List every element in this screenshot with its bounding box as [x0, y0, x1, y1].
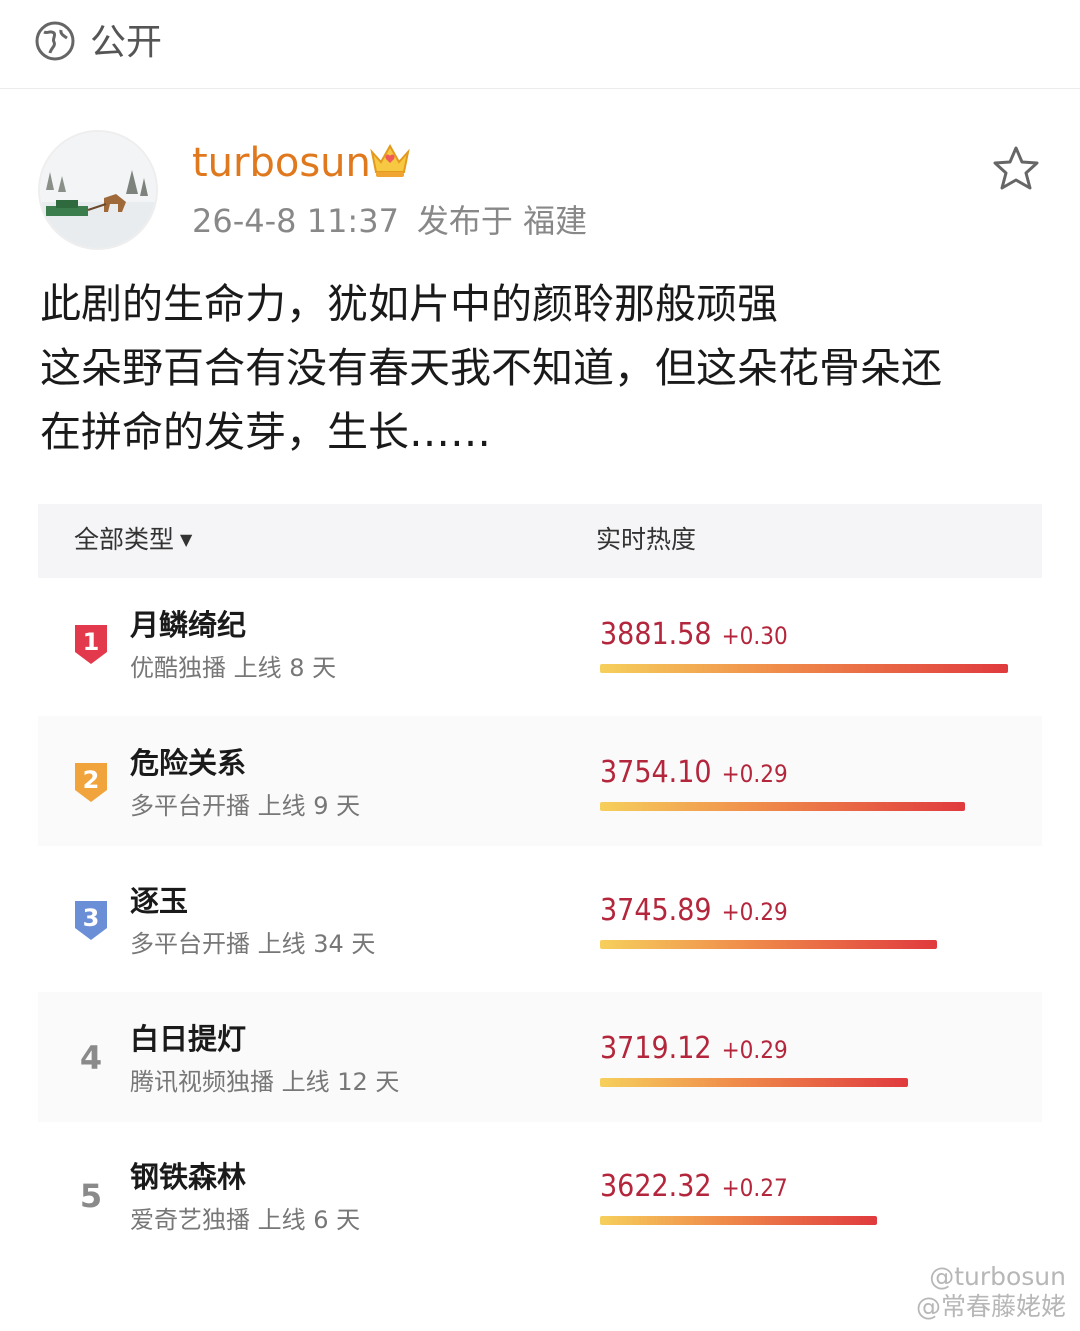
heat-delta: +0.27 [721, 1174, 788, 1202]
avatar[interactable] [38, 130, 158, 250]
drama-subtitle: 腾讯视频独播 上线 12 天 [130, 1068, 400, 1096]
heat-bar [600, 1078, 1008, 1087]
heat-delta: +0.30 [721, 622, 788, 650]
drama-subtitle: 优酷独播 上线 8 天 [130, 654, 337, 682]
username[interactable]: turbosun [192, 138, 371, 188]
heat-bar [600, 802, 1008, 811]
globe-icon [35, 21, 75, 61]
watermark-line: @turbosun [929, 1262, 1066, 1291]
post-location: 发布于 福建 [416, 202, 588, 240]
drama-title[interactable]: 月鳞绮纪 [130, 604, 246, 646]
ranking-row[interactable]: 1 月鳞绮纪 优酷独播 上线 8 天 3881.58 +0.30 [38, 578, 1042, 708]
category-filter[interactable]: 全部类型 ▼ [74, 520, 192, 560]
heat-score-value: 3719.12 [600, 1031, 712, 1066]
watermark: @turbosun @常春藤姥姥 [916, 1262, 1066, 1322]
ranking-row[interactable]: 4 白日提灯 腾讯视频独播 上线 12 天 3719.12 +0.29 [38, 992, 1042, 1122]
heat-score: 3881.58 +0.30 [600, 614, 788, 657]
caret-down-icon: ▼ [180, 530, 193, 549]
ranking-card: 全部类型 ▼ 实时热度 1 月鳞绮纪 优酷独播 上线 8 天 3881.58 +0.… [38, 504, 1042, 1304]
rank-badge: 1 [72, 622, 110, 666]
drama-title[interactable]: 白日提灯 [130, 1018, 246, 1060]
rank-number: 3 [82, 904, 100, 932]
heat-score-value: 3754.10 [600, 755, 712, 790]
heat-score-value: 3881.58 [600, 617, 712, 652]
post-timestamp: 26-4-8 11:37 [192, 202, 399, 240]
rank-number: 5 [79, 1177, 103, 1215]
heat-bar-fill [600, 664, 1008, 673]
heat-bar [600, 940, 1008, 949]
heat-bar-fill [600, 802, 966, 811]
heat-bar [600, 1216, 1008, 1225]
post-meta: 26-4-8 11:37 发布于 福建 [192, 198, 587, 244]
heat-delta: +0.29 [721, 760, 788, 788]
favorite-star-icon[interactable] [990, 144, 1042, 194]
heat-bar-fill [600, 940, 937, 949]
heat-bar-fill [600, 1216, 878, 1225]
heat-score: 3754.10 +0.29 [600, 752, 788, 795]
drama-subtitle: 多平台开播 上线 9 天 [130, 792, 361, 820]
drama-title[interactable]: 钢铁森林 [130, 1156, 246, 1198]
crown-icon [370, 143, 410, 177]
rank-badge: 2 [72, 760, 110, 804]
heat-bar [600, 664, 1008, 673]
rank-number: 1 [82, 628, 100, 656]
rank-badge: 3 [72, 898, 110, 942]
ranking-header: 全部类型 ▼ 实时热度 [38, 504, 1042, 578]
heat-delta: +0.29 [721, 898, 788, 926]
ranking-row[interactable]: 3 逐玉 多平台开播 上线 34 天 3745.89 +0.29 [38, 854, 1042, 984]
ranking-row[interactable]: 5 钢铁森林 爱奇艺独播 上线 6 天 3622.32 +0.27 [38, 1130, 1042, 1260]
heat-score: 3719.12 +0.29 [600, 1028, 788, 1071]
drama-subtitle: 爱奇艺独播 上线 6 天 [130, 1206, 361, 1234]
avatar-image [40, 132, 156, 248]
category-filter-label: 全部类型 [74, 525, 175, 554]
visibility-label: 公开 [90, 22, 163, 63]
heat-score: 3745.89 +0.29 [600, 890, 788, 933]
heat-delta: +0.29 [721, 1036, 788, 1064]
heat-column-header: 实时热度 [596, 525, 697, 554]
drama-subtitle: 多平台开播 上线 34 天 [130, 930, 376, 958]
drama-title[interactable]: 危险关系 [130, 742, 246, 784]
heat-score-value: 3622.32 [600, 1169, 712, 1204]
rank-number: 2 [82, 766, 100, 794]
visibility-bar: 公开 [0, 0, 1080, 89]
post-text: 此剧的生命力，犹如片中的颜聆那般顽强 这朵野百合有没有春天我不知道，但这朵花骨朵… [40, 280, 942, 456]
heat-score: 3622.32 +0.27 [600, 1166, 788, 1209]
watermark-line: @常春藤姥姥 [915, 1292, 1066, 1321]
heat-bar-fill [600, 1078, 909, 1087]
drama-title[interactable]: 逐玉 [130, 880, 188, 922]
heat-score-value: 3745.89 [600, 893, 712, 928]
rank-number: 4 [79, 1039, 103, 1077]
ranking-row[interactable]: 2 危险关系 多平台开播 上线 9 天 3754.10 +0.29 [38, 716, 1042, 846]
